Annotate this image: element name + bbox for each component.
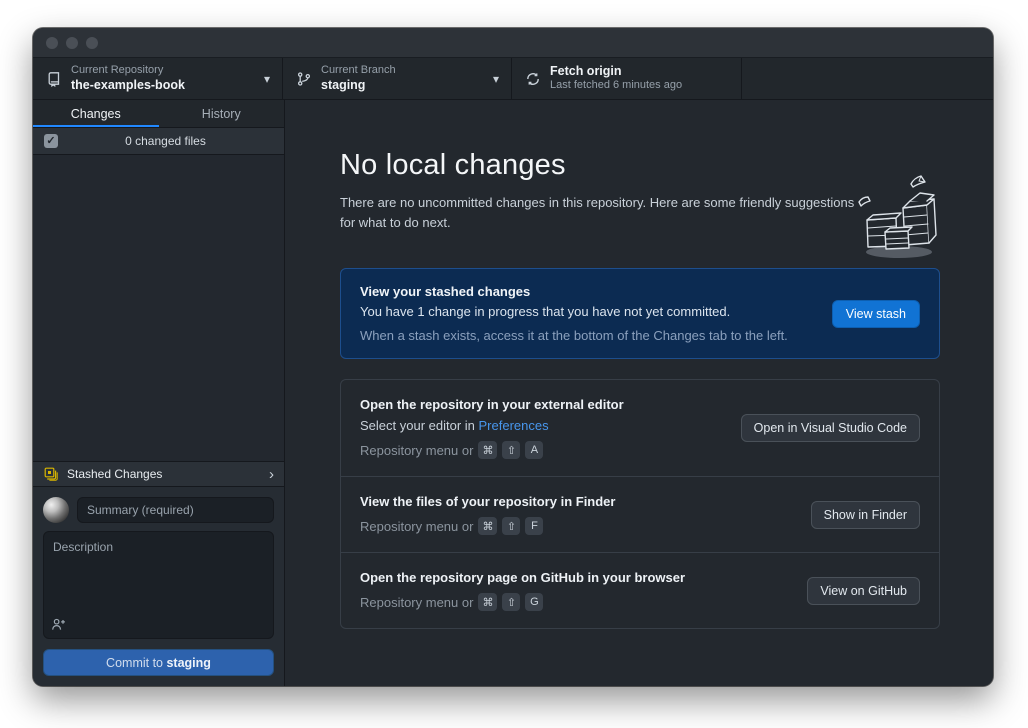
- person-add-icon[interactable]: [51, 617, 66, 632]
- chevron-down-icon: ▾: [264, 72, 270, 86]
- git-branch-icon: [296, 71, 312, 87]
- commit-description-textarea[interactable]: [43, 531, 274, 639]
- branch-text: Current Branch staging: [321, 64, 483, 93]
- traffic-lights: [46, 37, 98, 49]
- suggestion-title: Open the repository in your external edi…: [360, 397, 727, 412]
- commit-summary-input[interactable]: [77, 497, 274, 523]
- stash-card-line2: When a stash exists, access it at the bo…: [360, 328, 818, 343]
- page-subtext: There are no uncommitted changes in this…: [340, 193, 870, 233]
- stash-card-title: View your stashed changes: [360, 284, 818, 299]
- suggestion-shortcut: Repository menu or ⌘ ⇧ F: [360, 517, 797, 535]
- tab-history[interactable]: History: [159, 100, 285, 127]
- suggestion-shortcut: Repository menu or ⌘ ⇧ G: [360, 593, 793, 611]
- preferences-link[interactable]: Preferences: [479, 418, 549, 433]
- view-stash-button[interactable]: View stash: [832, 300, 920, 328]
- changed-files-header: ✓ 0 changed files: [33, 128, 284, 155]
- branch-label: Current Branch: [321, 64, 483, 78]
- repository-name: the-examples-book: [71, 78, 254, 94]
- suggestion-shortcut: Repository menu or ⌘ ⇧ A: [360, 441, 727, 459]
- suggestion-external-editor: Open the repository in your external edi…: [341, 380, 939, 476]
- view-on-github-button[interactable]: View on GitHub: [807, 577, 920, 605]
- fetch-origin-button[interactable]: Fetch origin Last fetched 6 minutes ago: [512, 58, 742, 99]
- shift-keycap: ⇧: [502, 517, 520, 535]
- zoom-button[interactable]: [86, 37, 98, 49]
- show-in-finder-button[interactable]: Show in Finder: [811, 501, 920, 529]
- repo-book-icon: [46, 71, 62, 87]
- branch-name: staging: [321, 78, 483, 94]
- main-content: No local changes There are no uncommitte…: [285, 100, 993, 686]
- stashed-changes-card: View your stashed changes You have 1 cha…: [340, 268, 940, 359]
- suggestion-show-in-finder: View the files of your repository in Fin…: [341, 476, 939, 552]
- changes-file-list: [33, 155, 284, 461]
- user-avatar: [43, 497, 69, 523]
- cmd-keycap: ⌘: [478, 593, 497, 611]
- fetch-text: Fetch origin Last fetched 6 minutes ago: [550, 64, 729, 93]
- repository-label: Current Repository: [71, 64, 254, 78]
- cmd-keycap: ⌘: [478, 517, 497, 535]
- suggestion-line: Select your editor in Preferences: [360, 418, 727, 433]
- shift-keycap: ⇧: [502, 593, 520, 611]
- suggestion-title: View the files of your repository in Fin…: [360, 494, 797, 509]
- letter-keycap: G: [525, 593, 543, 611]
- titlebar: [33, 28, 993, 58]
- minimize-button[interactable]: [66, 37, 78, 49]
- github-desktop-window: Current Repository the-examples-book ▾ C…: [33, 28, 993, 686]
- suggestions-list: Open the repository in your external edi…: [340, 379, 940, 629]
- shift-keycap: ⇧: [502, 441, 520, 459]
- changed-files-count: 0 changed files: [58, 134, 273, 148]
- sidebar: Changes History ✓ 0 changed files Stas: [33, 100, 285, 686]
- current-branch-selector[interactable]: Current Branch staging ▾: [283, 58, 512, 99]
- suggestion-title: Open the repository page on GitHub in yo…: [360, 570, 793, 585]
- letter-keycap: A: [525, 441, 543, 459]
- fetch-title: Fetch origin: [550, 64, 729, 80]
- chevron-down-icon: ▾: [493, 72, 499, 86]
- close-button[interactable]: [46, 37, 58, 49]
- commit-button[interactable]: Commit to staging: [43, 649, 274, 676]
- repository-text: Current Repository the-examples-book: [71, 64, 254, 93]
- chevron-right-icon: ›: [269, 467, 274, 482]
- paper-stacks-illustration: [847, 172, 945, 264]
- fetch-subtitle: Last fetched 6 minutes ago: [550, 79, 729, 93]
- stash-icon: [43, 466, 59, 482]
- sync-icon: [525, 71, 541, 87]
- cmd-keycap: ⌘: [478, 441, 497, 459]
- select-all-checkbox[interactable]: ✓: [44, 134, 58, 148]
- open-in-editor-button[interactable]: Open in Visual Studio Code: [741, 414, 920, 442]
- stashed-changes-label: Stashed Changes: [67, 467, 269, 481]
- toolbar-spacer: [742, 58, 993, 99]
- stashed-changes-row[interactable]: Stashed Changes ›: [33, 461, 284, 487]
- commit-form: Commit to staging: [33, 487, 284, 686]
- toolbar: Current Repository the-examples-book ▾ C…: [33, 58, 993, 100]
- tab-changes[interactable]: Changes: [33, 100, 159, 127]
- letter-keycap: F: [525, 517, 543, 535]
- suggestion-view-on-github: Open the repository page on GitHub in yo…: [341, 552, 939, 628]
- sidebar-tabs: Changes History: [33, 100, 284, 128]
- stash-card-line1: You have 1 change in progress that you h…: [360, 304, 818, 319]
- current-repository-selector[interactable]: Current Repository the-examples-book ▾: [33, 58, 283, 99]
